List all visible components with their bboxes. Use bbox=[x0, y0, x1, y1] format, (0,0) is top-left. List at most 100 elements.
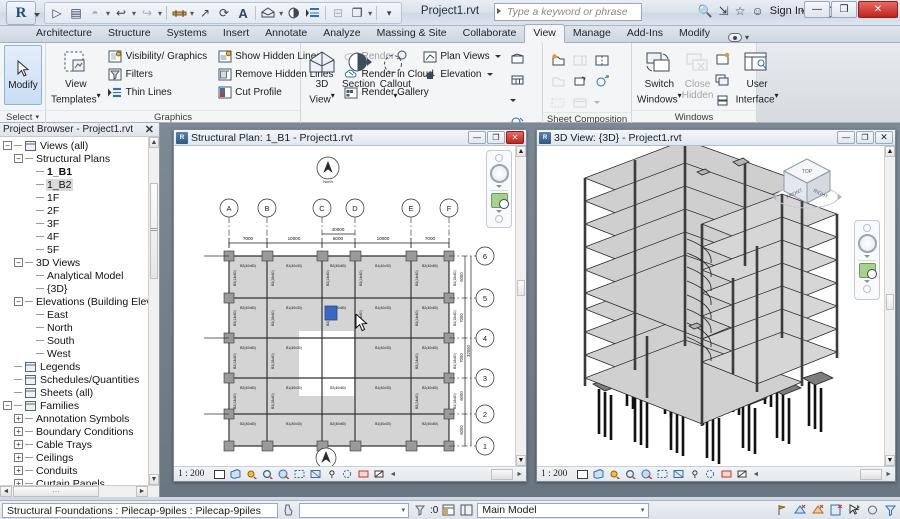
zoom-tool-icon[interactable] bbox=[490, 193, 509, 209]
project-browser-vscrollbar[interactable]: ▲ ▼ bbox=[148, 137, 159, 485]
plan-vscrollbar[interactable]: ▲ ▼ bbox=[515, 146, 526, 466]
steering-wheel-icon[interactable] bbox=[489, 164, 509, 183]
browser-item-schedules-quantities[interactable]: Schedules/Quantities bbox=[0, 373, 148, 386]
exchange-icon[interactable]: ⇲ bbox=[719, 4, 729, 18]
navbar-pin-bottom-icon[interactable] bbox=[495, 215, 503, 223]
browser-item-families[interactable]: − Families bbox=[0, 399, 148, 412]
lock-3d-view-icon[interactable]: ⚲ bbox=[325, 468, 338, 480]
3d-view-button[interactable]: 3D View▾ bbox=[306, 46, 338, 105]
scroll-right-icon[interactable]: ► bbox=[136, 486, 148, 497]
ribbon-tab-insert[interactable]: Insert bbox=[215, 25, 257, 42]
view-controls-overflow-icon[interactable]: ◄ bbox=[389, 471, 396, 478]
detail-level-icon[interactable] bbox=[213, 468, 226, 480]
browser-item--3d-[interactable]: {3D} bbox=[0, 282, 148, 295]
browser-item-legends[interactable]: Legends bbox=[0, 360, 148, 373]
ribbon-tab-architecture[interactable]: Architecture bbox=[28, 25, 100, 42]
view-reference-icon[interactable] bbox=[570, 72, 590, 91]
browser-item-cable-trays[interactable]: + Cable Trays bbox=[0, 438, 148, 451]
detail-level-icon[interactable] bbox=[576, 468, 589, 480]
browser-item-2f[interactable]: 2F bbox=[0, 204, 148, 217]
plan-scale-label[interactable]: 1 : 200 bbox=[178, 469, 204, 479]
3d-close-button[interactable]: ✕ bbox=[875, 131, 893, 144]
browser-item-5f[interactable]: 5F bbox=[0, 243, 148, 256]
browser-item-annotation-symbols[interactable]: + Annotation Symbols bbox=[0, 412, 148, 425]
main-model-icon[interactable] bbox=[775, 503, 790, 517]
scroll-up-icon[interactable]: ▲ bbox=[149, 137, 159, 148]
reveal-hidden-elements-icon[interactable] bbox=[720, 468, 733, 480]
scroll-down-icon[interactable]: ▼ bbox=[149, 474, 159, 485]
browser-item-boundary-conditions[interactable]: + Boundary Conditions bbox=[0, 425, 148, 438]
browser-item-analytical-model[interactable]: Analytical Model bbox=[0, 269, 148, 282]
tree-expander-icon[interactable]: − bbox=[14, 154, 23, 163]
tree-expander-icon[interactable]: + bbox=[14, 414, 23, 423]
ribbon-tab-collaborate[interactable]: Collaborate bbox=[455, 25, 525, 42]
plan-navigation-bar[interactable] bbox=[486, 150, 512, 228]
browser-item-views-all-[interactable]: − Views (all) bbox=[0, 139, 148, 152]
callout-button[interactable]: Callout ▾ bbox=[379, 46, 411, 105]
filters-button[interactable]: Filters bbox=[105, 66, 211, 83]
browser-item-3f[interactable]: 3F bbox=[0, 217, 148, 230]
ribbon-options-caret-icon[interactable]: ▾ bbox=[745, 33, 749, 42]
zoom-caret-icon[interactable] bbox=[864, 280, 870, 283]
browser-item-3d-views[interactable]: − 3D Views bbox=[0, 256, 148, 269]
modify-button[interactable]: Modify bbox=[4, 45, 42, 105]
plan-maximize-button[interactable]: ❐ bbox=[487, 131, 505, 144]
switch-windows-button[interactable]: Switch Windows▾ bbox=[637, 46, 682, 105]
ribbon-tab-structure[interactable]: Structure bbox=[100, 25, 159, 42]
3d-navigation-bar[interactable] bbox=[854, 220, 880, 300]
cascade-icon[interactable] bbox=[714, 70, 732, 89]
ribbon-tab-massing-site[interactable]: Massing & Site bbox=[369, 25, 455, 42]
tree-expander-icon[interactable]: − bbox=[14, 258, 23, 267]
3d-maximize-button[interactable]: ❐ bbox=[856, 131, 874, 144]
ribbon-tab-modify[interactable]: Modify bbox=[671, 25, 718, 42]
tree-expander-icon[interactable]: − bbox=[14, 297, 23, 306]
guide-grid-icon[interactable] bbox=[592, 72, 612, 91]
worksets-caret-icon[interactable]: ▾ bbox=[641, 506, 645, 514]
browser-item-ceilings[interactable]: + Ceilings bbox=[0, 451, 148, 464]
maximize-button[interactable]: ❐ bbox=[831, 1, 857, 18]
browser-item-4f[interactable]: 4F bbox=[0, 230, 148, 243]
plan-views-button[interactable]: Plan Views bbox=[419, 48, 503, 65]
analytical-model-icon[interactable] bbox=[736, 468, 749, 480]
zoom-caret-icon[interactable] bbox=[496, 210, 502, 213]
analytical-model-icon[interactable] bbox=[373, 468, 386, 480]
visibility-graphics-button[interactable]: Visibility/ Graphics bbox=[105, 48, 211, 65]
tree-expander-icon[interactable]: + bbox=[14, 466, 23, 475]
plan-hscroll-thumb[interactable] bbox=[491, 468, 514, 480]
filter-selection-icon[interactable] bbox=[412, 503, 427, 517]
exclude-options-icon[interactable] bbox=[811, 503, 826, 517]
steering-wheel-caret-icon[interactable] bbox=[496, 185, 502, 188]
duplicate-view-icon[interactable] bbox=[508, 70, 528, 89]
lock-3d-view-icon[interactable]: ⚲ bbox=[688, 468, 701, 480]
browser-item-1f[interactable]: 1F bbox=[0, 191, 148, 204]
ribbon-tab-manage[interactable]: Manage bbox=[565, 25, 619, 42]
temporary-hide-isolate-icon[interactable] bbox=[704, 468, 717, 480]
user-icon[interactable]: ☺ bbox=[751, 4, 763, 18]
3d-minimize-button[interactable]: — bbox=[837, 131, 855, 144]
active-only-icon[interactable] bbox=[829, 503, 844, 517]
status-filter-field[interactable]: ▾ bbox=[299, 502, 409, 518]
crop-view-icon[interactable] bbox=[293, 468, 306, 480]
new-window-icon[interactable] bbox=[714, 49, 732, 68]
user-interface-button[interactable]: User Interface▾ bbox=[736, 46, 779, 105]
visual-style-icon[interactable] bbox=[592, 468, 605, 480]
show-crop-region-icon[interactable] bbox=[672, 468, 685, 480]
favorites-icon[interactable]: ☆ bbox=[735, 4, 746, 18]
tree-expander-icon[interactable]: − bbox=[3, 141, 12, 150]
design-options-icon[interactable] bbox=[793, 503, 808, 517]
tile-icon[interactable] bbox=[714, 91, 732, 110]
matchline-icon[interactable] bbox=[592, 51, 612, 70]
plan-canvas[interactable]: North A B C D E F 7000 10000 6000 10000 … bbox=[174, 146, 515, 466]
plan-vscroll-thumb[interactable] bbox=[517, 280, 525, 296]
sign-in-button[interactable]: Sign In bbox=[770, 5, 804, 17]
view-cube[interactable]: TOP FRONT RIGHT bbox=[768, 150, 846, 216]
3d-scroll-up-icon[interactable]: ▲ bbox=[885, 146, 895, 157]
navbar-pin-bottom-icon[interactable] bbox=[863, 285, 871, 293]
3d-scroll-down-icon[interactable]: ▼ bbox=[885, 455, 895, 466]
3d-scale-label[interactable]: 1 : 200 bbox=[541, 469, 567, 479]
render-dialog-icon[interactable] bbox=[640, 468, 653, 480]
navbar-pin-top-icon[interactable] bbox=[863, 224, 871, 232]
plan-scroll-right-icon[interactable]: ► bbox=[516, 471, 526, 478]
browser-item-sheets-all-[interactable]: Sheets (all) bbox=[0, 386, 148, 399]
hscroll-thumb[interactable]: ⋯ bbox=[13, 486, 99, 497]
